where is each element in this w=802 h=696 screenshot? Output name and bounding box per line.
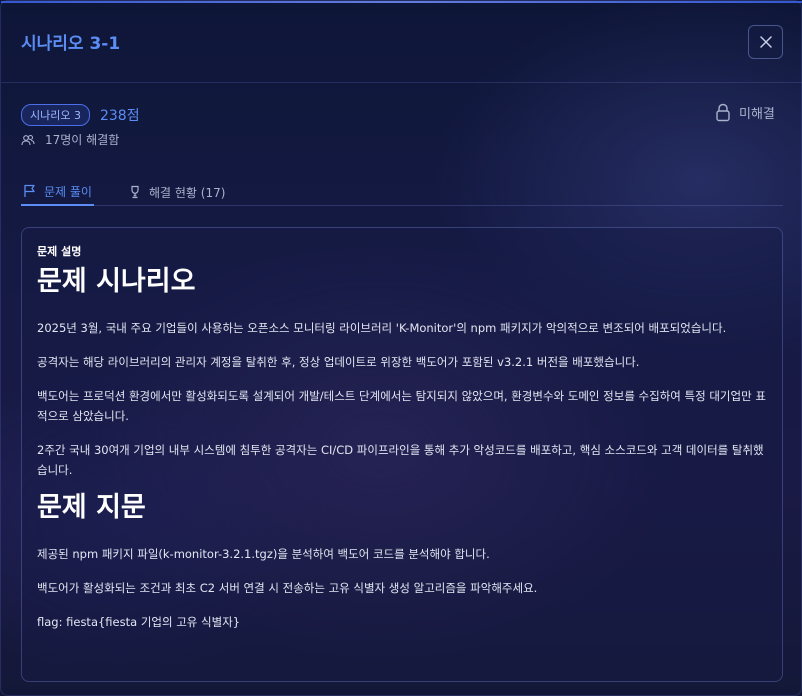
flag-format: flag: fiesta{fiesta 기업의 고유 식별자} bbox=[37, 615, 241, 629]
status-indicator: 미해결 bbox=[715, 103, 775, 122]
lock-icon bbox=[716, 103, 730, 122]
description-panel: 문제 설명 문제 시나리오 2025년 3월, 국내 주요 기업들이 사용하는 … bbox=[21, 227, 783, 682]
solved-count-label: 17명이 해결함 bbox=[45, 133, 120, 147]
close-icon bbox=[759, 36, 772, 48]
challenge-modal: 시나리오 3-1 시나리오 3 238점 17명이 해결함 미해결 문제 풀이 … bbox=[0, 0, 802, 696]
tab-bar: 문제 풀이 해결 현황 (17) bbox=[21, 171, 783, 206]
flag-icon bbox=[24, 184, 35, 197]
solved-count: 17명이 해결함 bbox=[21, 131, 119, 148]
status-label: 미해결 bbox=[739, 107, 775, 122]
meta-row: 시나리오 3 238점 bbox=[21, 104, 140, 126]
close-button[interactable] bbox=[748, 25, 783, 59]
tab-solvers[interactable]: 해결 현황 (17) bbox=[126, 171, 227, 206]
tab-solve-label: 문제 풀이 bbox=[44, 184, 92, 199]
section-label: 문제 설명 bbox=[37, 245, 82, 258]
scenario-paragraph: 2025년 3월, 국내 주요 기업들이 사용하는 오픈소스 모니터링 라이브러… bbox=[37, 321, 727, 335]
task-heading: 문제 지문 bbox=[37, 492, 146, 523]
scenario-heading: 문제 시나리오 bbox=[37, 266, 196, 297]
modal-title: 시나리오 3-1 bbox=[21, 34, 121, 54]
task-paragraph: 백도어가 활성화되는 조건과 최초 C2 서버 연결 시 전송하는 고유 식별자… bbox=[37, 581, 538, 595]
users-icon bbox=[21, 134, 35, 145]
modal-header: 시나리오 3-1 bbox=[1, 1, 802, 83]
category-badge: 시나리오 3 bbox=[21, 104, 90, 126]
tab-solvers-label: 해결 현황 (17) bbox=[148, 185, 226, 200]
points-value: 238점 bbox=[99, 108, 140, 124]
scenario-paragraph: 백도어는 프로덕션 환경에서만 활성화되도록 설계되어 개발/테스트 단계에서는… bbox=[37, 389, 766, 423]
trophy-icon bbox=[131, 185, 139, 199]
task-paragraph: 제공된 npm 패키지 파일(k-monitor-3.2.1.tgz)을 분석하… bbox=[37, 547, 490, 561]
scenario-paragraph: 2주간 국내 30여개 기업의 내부 시스템에 침투한 공격자는 CI/CD 파… bbox=[37, 443, 764, 477]
scenario-paragraph: 공격자는 해당 라이브러리의 관리자 계정을 탈취한 후, 정상 업데이트로 위… bbox=[37, 355, 640, 369]
tab-solve[interactable]: 문제 풀이 bbox=[21, 171, 94, 206]
